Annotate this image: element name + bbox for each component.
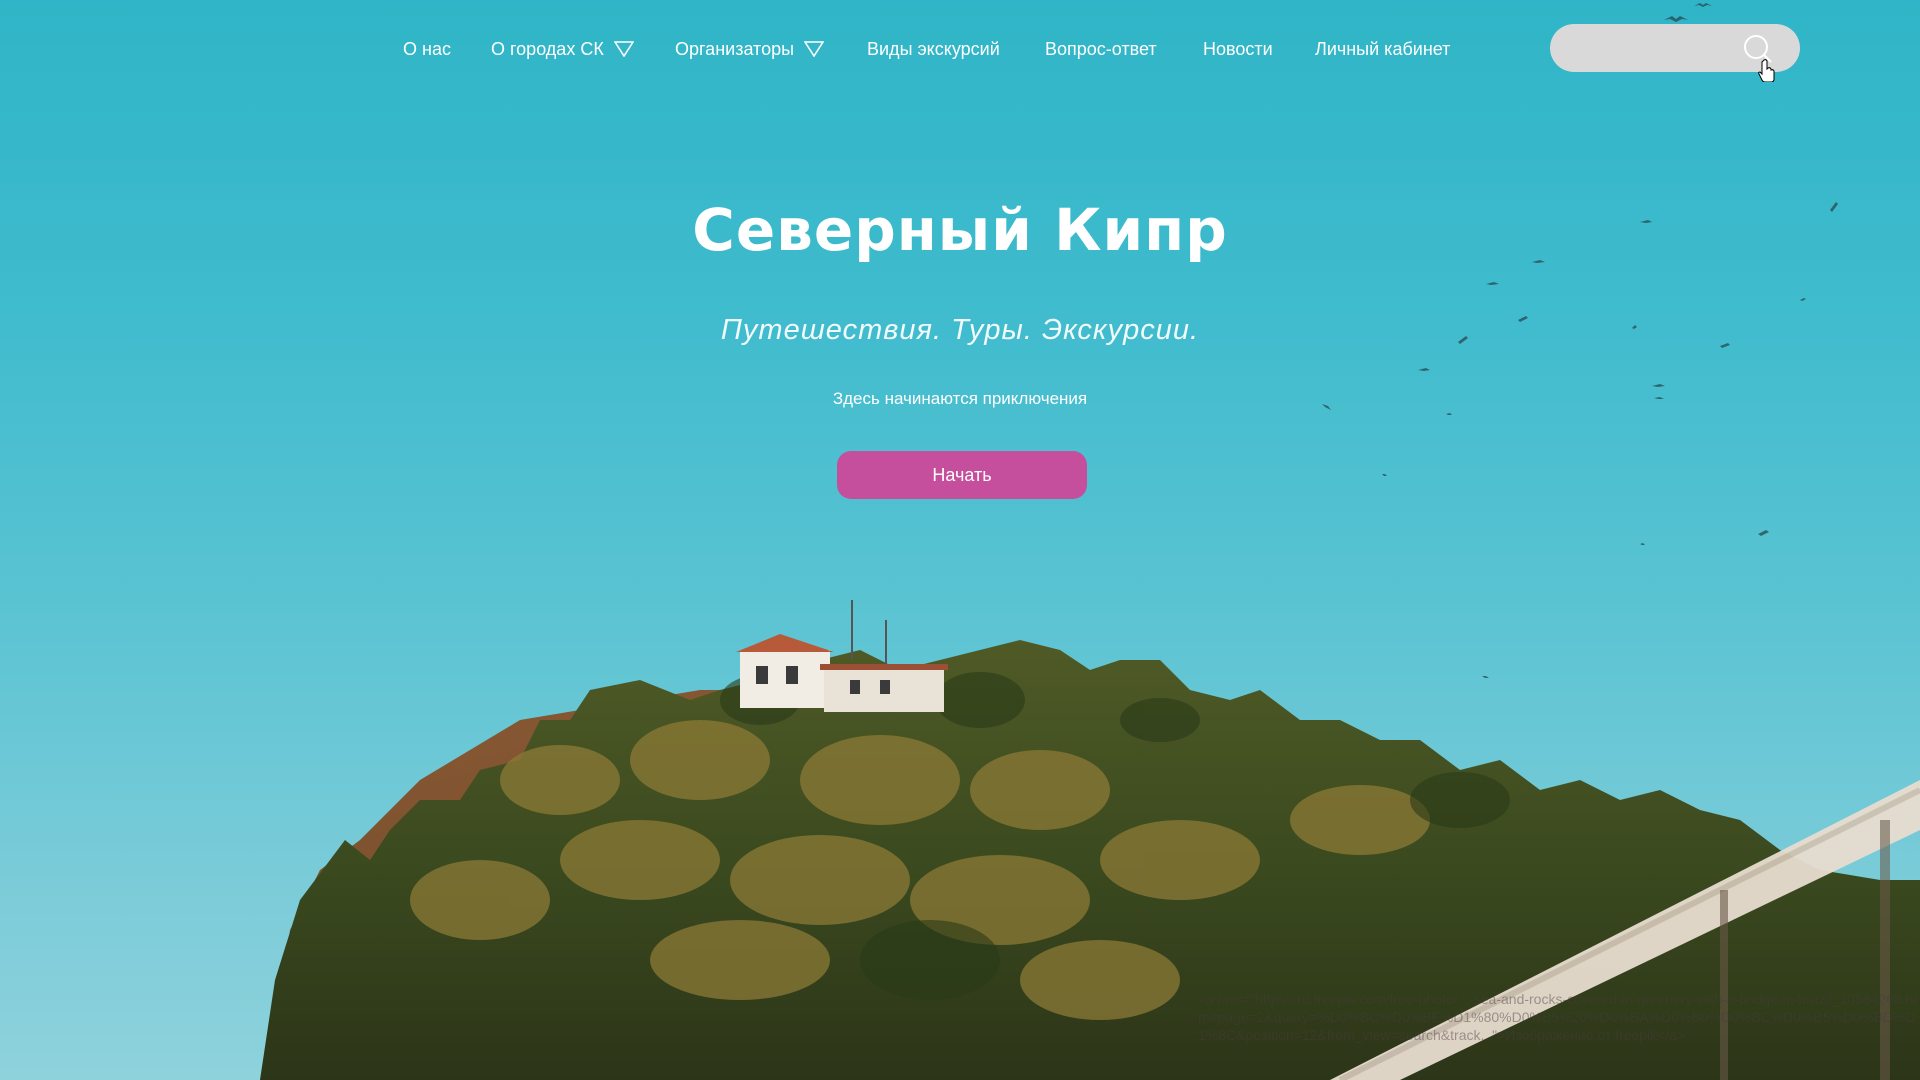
photo-credit: <a href="https://ru.freepik.com/free-pho… (1198, 991, 1918, 1043)
chevron-down-icon (613, 41, 634, 57)
nav-item-faq[interactable]: Вопрос-ответ (1045, 36, 1157, 62)
nav-item-cities[interactable]: О городах СК (491, 36, 634, 62)
hero-subtitle: Путешествия. Туры. Экскурсии. (720, 314, 1200, 346)
nav-item-label: Вопрос-ответ (1045, 38, 1157, 59)
nav-item-about[interactable]: О нас (403, 36, 451, 62)
nav-item-label: О городах СК (491, 38, 604, 59)
hero-background-image (260, 3, 1920, 1080)
hand-cursor-icon (1758, 59, 1775, 82)
nav-item-organizers[interactable]: Организаторы (675, 36, 825, 62)
nav-item-label: О нас (403, 38, 451, 59)
hero-section (0, 0, 1920, 1080)
nav-item-excursion-types[interactable]: Виды экскурсий (867, 36, 1000, 62)
nav-item-label: Организаторы (675, 38, 795, 59)
page-title: Северный Кипр (692, 196, 1228, 264)
hero-tagline: Здесь начинаются приключения (832, 389, 1088, 408)
nav-item-label: Новости (1203, 38, 1273, 59)
chevron-down-icon (804, 41, 825, 57)
nav-item-label: Виды экскурсий (867, 38, 1000, 59)
nav-item-news[interactable]: Новости (1203, 36, 1273, 62)
nav-item-label: Личный кабинет (1315, 38, 1451, 59)
nav-item-account[interactable]: Личный кабинет (1315, 36, 1450, 62)
search-input[interactable] (1570, 34, 1740, 62)
start-button[interactable]: Начать (837, 451, 1087, 499)
